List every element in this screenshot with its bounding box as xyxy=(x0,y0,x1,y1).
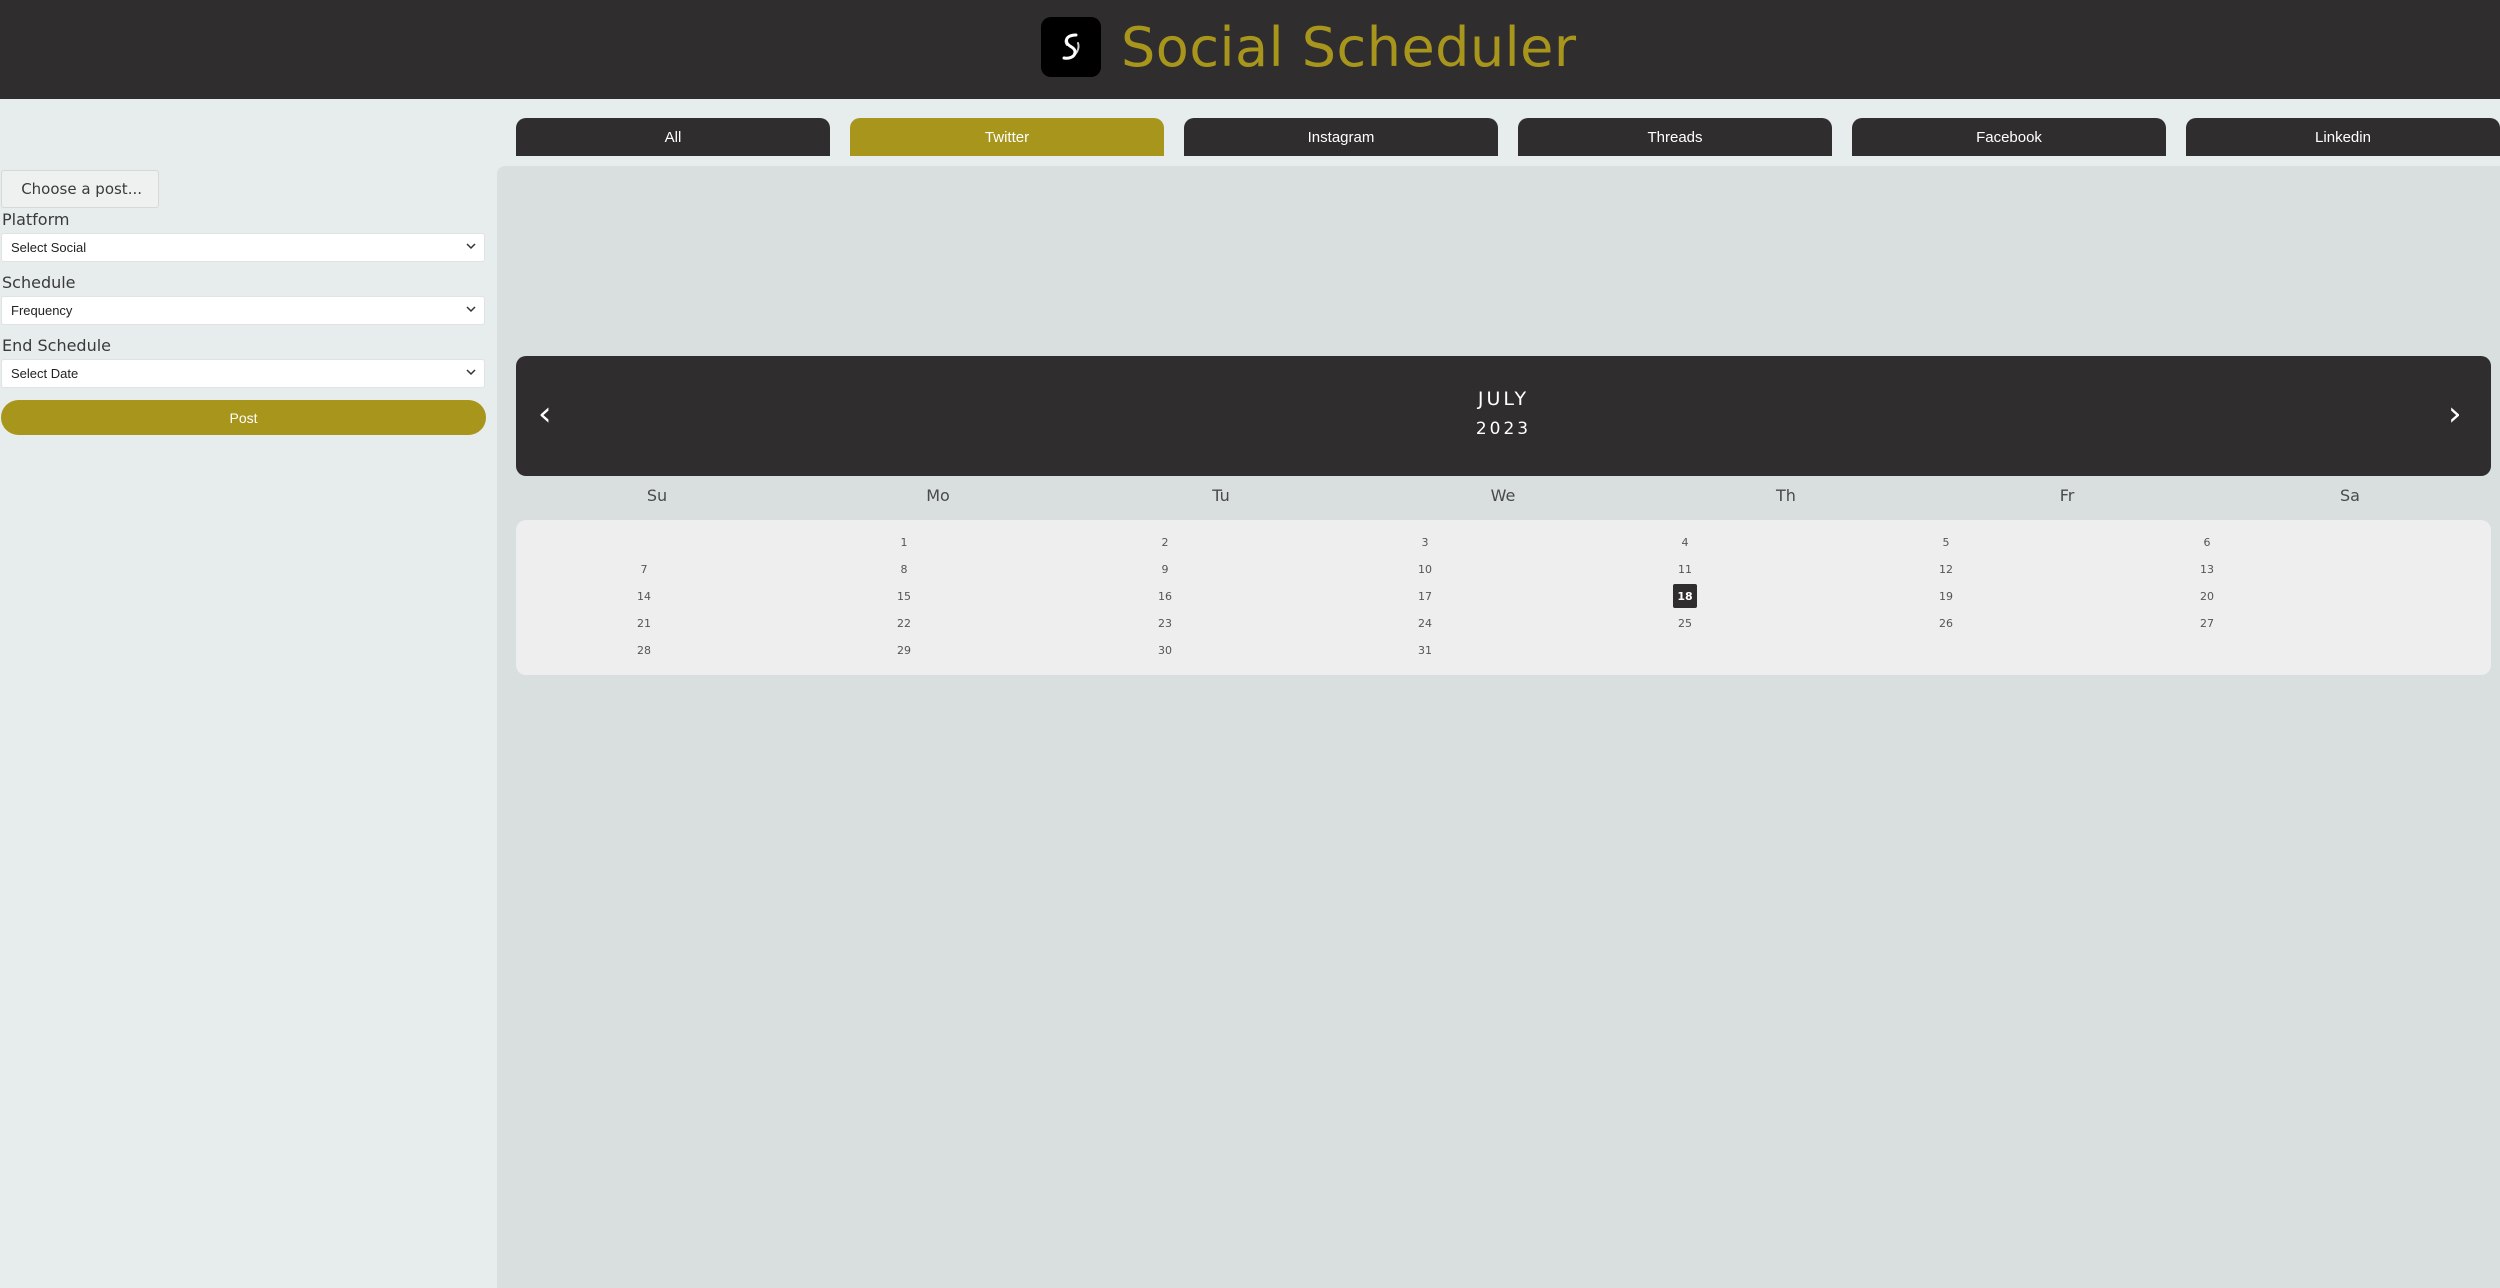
calendar-month: JULY xyxy=(1477,388,1530,410)
calendar-day[interactable]: 21 xyxy=(632,611,656,635)
calendar-day[interactable]: 15 xyxy=(892,584,916,608)
tab-all[interactable]: All xyxy=(516,118,830,156)
calendar-day[interactable]: 28 xyxy=(632,638,656,662)
calendar-day[interactable]: 30 xyxy=(1153,638,1177,662)
weekday-label: Su xyxy=(646,486,668,505)
tab-twitter[interactable]: Twitter xyxy=(850,118,1164,156)
calendar-day[interactable]: 22 xyxy=(892,611,916,635)
calendar-day-today[interactable]: 18 xyxy=(1673,584,1697,608)
chevron-down-icon xyxy=(466,369,476,376)
choose-post-button[interactable]: Choose a post... xyxy=(1,170,159,208)
weekday-label: Sa xyxy=(2340,486,2360,505)
main-panel xyxy=(497,166,2500,1288)
calendar-day[interactable]: 26 xyxy=(1934,611,1958,635)
end-schedule-select-value: Select Date xyxy=(11,366,79,381)
calendar-day[interactable]: 17 xyxy=(1413,584,1437,608)
calendar-day[interactable]: 10 xyxy=(1413,557,1437,581)
tab-threads[interactable]: Threads xyxy=(1518,118,1832,156)
calendar-day[interactable]: 11 xyxy=(1673,557,1697,581)
calendar-day[interactable]: 7 xyxy=(632,557,656,581)
ss-logo-icon[interactable] xyxy=(1041,17,1101,77)
calendar-day[interactable]: 14 xyxy=(632,584,656,608)
calendar-day[interactable]: 3 xyxy=(1413,530,1437,554)
calendar-day[interactable]: 19 xyxy=(1934,584,1958,608)
weekday-label: We xyxy=(1490,486,1516,505)
calendar-day[interactable]: 16 xyxy=(1153,584,1177,608)
chevron-down-icon xyxy=(466,306,476,313)
calendar-day[interactable]: 27 xyxy=(2195,611,2219,635)
calendar-day[interactable]: 6 xyxy=(2195,530,2219,554)
platform-label: Platform xyxy=(2,210,70,229)
chevron-right-icon[interactable]: › xyxy=(2448,394,2462,434)
weekday-label: Mo xyxy=(926,486,950,505)
platform-select-value: Select Social xyxy=(11,240,87,255)
tab-instagram[interactable]: Instagram xyxy=(1184,118,1498,156)
schedule-select[interactable]: Frequency xyxy=(1,296,485,325)
end-schedule-select[interactable]: Select Date xyxy=(1,359,485,388)
app-title: Social Scheduler xyxy=(1121,16,1577,79)
chevron-down-icon xyxy=(466,243,476,250)
app-header: Social Scheduler xyxy=(0,0,2500,99)
calendar-day[interactable]: 5 xyxy=(1934,530,1958,554)
schedule-label: Schedule xyxy=(2,273,76,292)
weekday-label: Tu xyxy=(1212,486,1230,505)
calendar-day[interactable]: 24 xyxy=(1413,611,1437,635)
calendar-day[interactable]: 13 xyxy=(2195,557,2219,581)
tab-facebook[interactable]: Facebook xyxy=(1852,118,2166,156)
calendar-day[interactable]: 29 xyxy=(892,638,916,662)
calendar-year: 2023 xyxy=(1475,419,1532,439)
post-button[interactable]: Post xyxy=(1,400,486,435)
schedule-select-value: Frequency xyxy=(11,303,73,318)
weekday-label: Fr xyxy=(2059,486,2075,505)
calendar-day[interactable]: 4 xyxy=(1673,530,1697,554)
platform-select[interactable]: Select Social xyxy=(1,233,485,262)
tab-linkedin[interactable]: Linkedin xyxy=(2186,118,2500,156)
weekday-label: Th xyxy=(1776,486,1796,505)
calendar-day[interactable]: 8 xyxy=(892,557,916,581)
end-schedule-label: End Schedule xyxy=(2,336,112,355)
calendar-day[interactable]: 1 xyxy=(892,530,916,554)
calendar-day[interactable]: 31 xyxy=(1413,638,1437,662)
calendar-grid: 1 2 3 4 5 6 7 8 9 10 11 12 13 14 15 16 17 18 19 20 21 22 23 24 2… xyxy=(516,520,2491,675)
calendar-day[interactable]: 12 xyxy=(1934,557,1958,581)
calendar-day[interactable]: 9 xyxy=(1153,557,1177,581)
calendar-day[interactable]: 20 xyxy=(2195,584,2219,608)
calendar-header: ‹ JULY 2023 › xyxy=(516,356,2491,476)
calendar-day[interactable]: 2 xyxy=(1153,530,1177,554)
calendar-day[interactable]: 23 xyxy=(1153,611,1177,635)
calendar-day[interactable]: 25 xyxy=(1673,611,1697,635)
